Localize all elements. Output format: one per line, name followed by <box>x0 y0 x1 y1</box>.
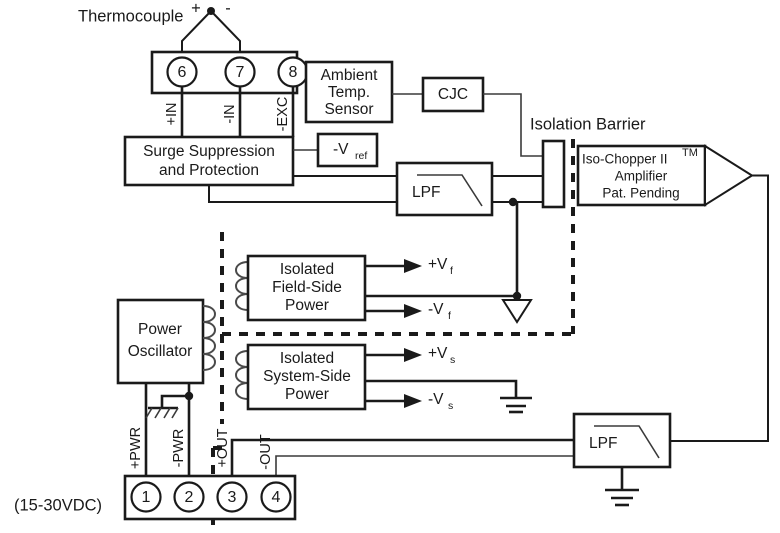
terminal-1-signal-label: +PWR <box>128 427 144 469</box>
system-side-coil-icon <box>235 350 249 400</box>
terminal-block-top: 6 7 8 +IN -IN -EXC <box>150 50 309 137</box>
system-power-line2: System-Side <box>263 368 351 385</box>
terminal-7-signal-label: -IN <box>222 104 238 123</box>
wire-terminal4-to-lpf-bottom <box>275 455 574 476</box>
junction-dot-field-ground <box>512 291 522 301</box>
power-oscillator-body <box>116 298 205 385</box>
ambient-temp-sensor-line1: Ambient <box>321 67 379 84</box>
terminal-8[interactable]: 8 <box>277 56 309 88</box>
supply-range-label: (15-30VDC) <box>14 496 102 514</box>
arrow-plus-vs-icon <box>404 348 422 362</box>
earth-ground-output-icon <box>605 488 639 507</box>
terminal-3[interactable]: 3 <box>216 481 248 513</box>
terminal-7[interactable]: 7 <box>224 56 256 88</box>
terminal-2-number: 2 <box>185 489 194 506</box>
system-power-line3: Power <box>285 386 329 403</box>
rail-minus-vf-label: -V <box>428 301 444 318</box>
isolation-coupler <box>541 139 566 209</box>
surge-suppression-line2: and Protection <box>159 162 259 179</box>
ambient-temp-sensor-line2: Temp. <box>328 84 370 101</box>
rail-minus-vf-subscript: f <box>448 310 451 322</box>
vref-subscript: ref <box>355 150 367 162</box>
field-ground-icon <box>501 299 533 324</box>
arrow-minus-vs-icon <box>404 394 422 408</box>
terminal-3-signal-label: +OUT <box>215 428 231 467</box>
surge-suppression-block: Surge Suppression and Protection <box>123 135 295 187</box>
iso-chopper-line1: Iso-Chopper II <box>582 152 668 167</box>
system-power-line1: Isolated <box>280 350 334 367</box>
chassis-ground-icon <box>145 394 189 419</box>
terminal-4-number: 4 <box>272 489 281 506</box>
rail-plus-vf-label: +V <box>428 256 448 273</box>
terminal-7-number: 7 <box>236 64 245 81</box>
vref-label: -V <box>333 141 349 158</box>
isolation-barrier-label: Isolation Barrier <box>530 115 646 133</box>
power-oscillator-line2: Oscillator <box>128 343 193 360</box>
arrow-minus-vf-icon <box>404 304 422 318</box>
isolated-system-side-power-block: Isolated System-Side Power +V s -V s <box>235 343 532 414</box>
thermocouple-label: Thermocouple <box>78 7 183 25</box>
amplifier-triangle-icon <box>704 144 754 207</box>
vref-block: -V ref <box>293 132 379 168</box>
iso-chopper-line2: Amplifier <box>615 169 668 184</box>
rail-plus-vs-label: +V <box>428 345 448 362</box>
terminal-2[interactable]: 2 <box>173 481 205 513</box>
lpf-top-label: LPF <box>412 184 440 201</box>
rail-minus-vs-label: -V <box>428 391 444 408</box>
field-side-coil-icon <box>235 261 249 311</box>
lpf-bottom-block: LPF <box>572 412 672 507</box>
cjc-label: CJC <box>438 86 468 103</box>
ambient-temp-sensor-line3: Sensor <box>324 101 373 118</box>
iso-chopper-amplifier-block: Iso-Chopper II TM Amplifier Pat. Pending <box>576 144 769 442</box>
terminal-3-number: 3 <box>228 489 237 506</box>
isolation-coupler-body <box>541 139 566 209</box>
field-power-line3: Power <box>285 297 329 314</box>
wire-terminal3-to-lpf-bottom <box>230 438 574 476</box>
terminal-6[interactable]: 6 <box>166 56 198 88</box>
arrow-plus-vf-icon <box>404 259 422 273</box>
terminal-6-number: 6 <box>178 64 187 81</box>
ambient-temp-sensor-block: Ambient Temp. Sensor <box>304 60 394 124</box>
isolated-field-side-power-block: Isolated Field-Side Power +V f -V f <box>235 254 453 322</box>
terminal-1-number: 1 <box>142 489 151 506</box>
lpf-bottom-label: LPF <box>589 435 617 452</box>
terminal-4-signal-label: -OUT <box>258 434 274 470</box>
thermocouple-minus-label: - <box>225 0 231 17</box>
power-oscillator-coil-icon <box>202 305 216 371</box>
earth-ground-system-icon <box>500 396 532 414</box>
wire-surge-to-lpf-top-lower <box>208 185 397 203</box>
terminal-4[interactable]: 4 <box>260 481 292 513</box>
power-oscillator-line1: Power <box>138 321 182 338</box>
schematic-svg: Thermocouple + - 6 7 8 +IN -IN -EXC Ambi… <box>14 0 769 533</box>
terminal-6-signal-label: +IN <box>164 103 180 126</box>
iso-chopper-line3: Pat. Pending <box>602 186 679 201</box>
surge-suppression-line1: Surge Suppression <box>143 143 275 160</box>
thermocouple-group: Thermocouple + - <box>78 0 241 52</box>
terminal-2-signal-label: -PWR <box>171 429 187 468</box>
field-ground-group <box>365 202 533 324</box>
field-power-line2: Field-Side <box>272 279 342 296</box>
iso-chopper-trademark: TM <box>682 147 698 159</box>
cjc-block: CJC <box>392 76 543 157</box>
thermocouple-plus-label: + <box>191 0 201 17</box>
field-power-line1: Isolated <box>280 261 334 278</box>
terminal-8-number: 8 <box>289 64 298 81</box>
rail-plus-vs-subscript: s <box>450 354 455 366</box>
wire-amplifier-to-lpf-bottom <box>670 174 769 442</box>
rail-plus-vf-subscript: f <box>450 265 453 277</box>
terminal-1[interactable]: 1 <box>130 481 162 513</box>
rail-minus-vs-subscript: s <box>448 400 453 412</box>
output-routing-group <box>230 438 574 476</box>
terminal-8-signal-label: -EXC <box>275 97 291 132</box>
block-diagram-canvas: Thermocouple + - 6 7 8 +IN -IN -EXC Ambi… <box>0 0 780 533</box>
